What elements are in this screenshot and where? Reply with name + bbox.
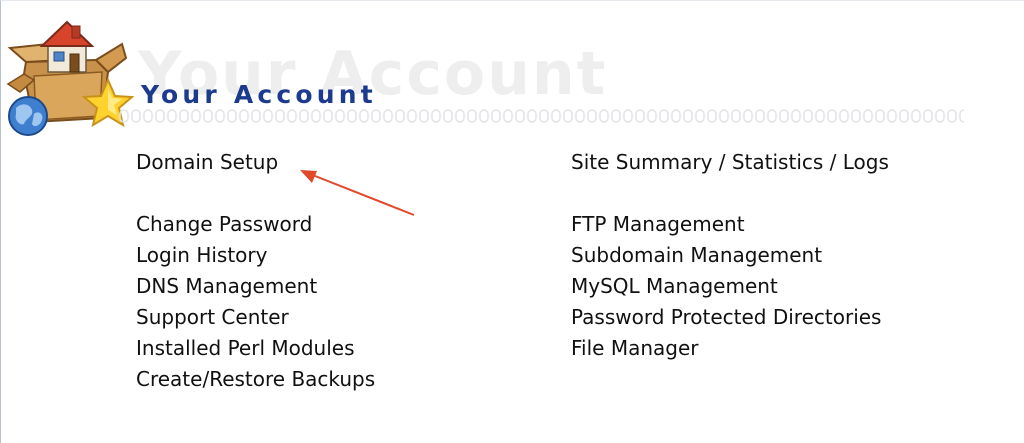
link-site-summary-statistics-logs[interactable]: Site Summary / Statistics / Logs — [571, 150, 889, 174]
title-underline-decoration — [118, 109, 964, 123]
link-mysql-management[interactable]: MySQL Management — [571, 274, 778, 298]
link-file-manager[interactable]: File Manager — [571, 336, 699, 360]
link-support-center[interactable]: Support Center — [136, 305, 289, 329]
link-password-protected-directories[interactable]: Password Protected Directories — [571, 305, 881, 329]
account-header: Your Account Your Account — [0, 0, 1024, 140]
link-create-restore-backups[interactable]: Create/Restore Backups — [136, 367, 375, 391]
link-installed-perl-modules[interactable]: Installed Perl Modules — [136, 336, 355, 360]
link-ftp-management[interactable]: FTP Management — [571, 212, 745, 236]
house-in-box-icon — [6, 20, 134, 136]
link-dns-management[interactable]: DNS Management — [136, 274, 317, 298]
link-subdomain-management[interactable]: Subdomain Management — [571, 243, 822, 267]
annotation-arrow-icon — [300, 170, 415, 216]
page-title: Your Account — [141, 80, 377, 109]
link-change-password[interactable]: Change Password — [136, 212, 312, 236]
link-login-history[interactable]: Login History — [136, 243, 267, 267]
link-domain-setup[interactable]: Domain Setup — [136, 150, 278, 174]
